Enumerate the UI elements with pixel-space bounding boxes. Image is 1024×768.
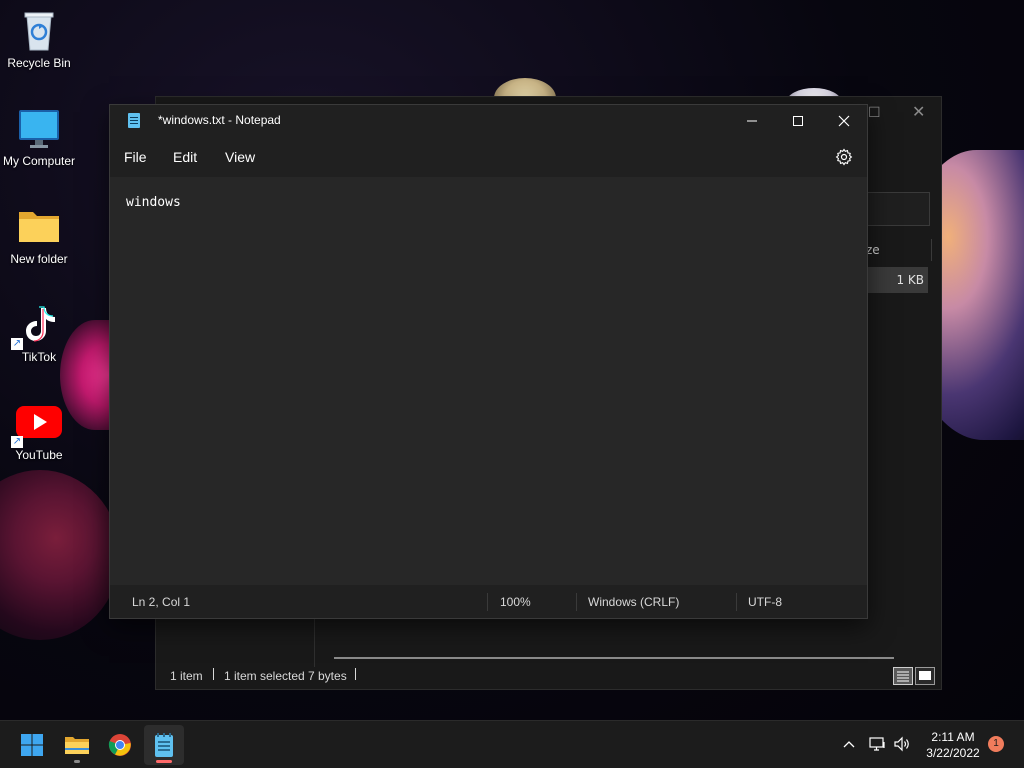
notification-badge[interactable]: 1	[988, 736, 1004, 752]
start-icon	[21, 734, 43, 756]
title-bar[interactable]: *windows.txt - Notepad	[110, 105, 867, 137]
desktop-icon-youtube[interactable]: ↗ YouTube	[0, 400, 78, 462]
document-text[interactable]: windows	[126, 195, 181, 210]
file-explorer-icon	[65, 737, 89, 754]
close-button[interactable]	[821, 105, 867, 137]
show-hidden-icons-chevron-up-icon[interactable]	[842, 737, 856, 768]
selected-size: 7 bytes	[308, 669, 347, 683]
close-icon	[838, 115, 850, 127]
minimize-button[interactable]	[729, 105, 775, 137]
desktop-icon-label: YouTube	[15, 448, 63, 462]
desktop-icon-new-folder[interactable]: New folder	[0, 204, 78, 266]
text-editor-area[interactable]: windows	[110, 177, 867, 584]
desktop-icon-recycle-bin[interactable]: Recycle Bin	[0, 8, 78, 70]
recycle-bin-icon	[17, 8, 61, 52]
settings-gear-icon[interactable]	[835, 148, 853, 166]
file-row-size[interactable]: 1 KB	[864, 267, 928, 293]
selected-count: 1 item selected	[224, 669, 305, 683]
maximize-icon	[793, 116, 803, 126]
desktop-icon-tiktok[interactable]: ↗ TikTok	[0, 302, 78, 364]
tiktok-icon: ↗	[11, 302, 61, 350]
status-separator	[487, 593, 488, 611]
shortcut-arrow-icon: ↗	[11, 338, 23, 350]
menu-bar: File Edit View	[110, 137, 867, 177]
menu-edit[interactable]: Edit	[173, 149, 197, 165]
window-title: *windows.txt - Notepad	[158, 113, 281, 127]
status-separator	[355, 668, 356, 680]
minimize-icon	[747, 120, 757, 122]
active-indicator	[156, 760, 172, 763]
explorer-status-bar: 1 item 1 item selected 7 bytes	[156, 663, 941, 689]
shortcut-arrow-icon: ↗	[11, 436, 23, 448]
status-separator	[213, 668, 214, 680]
folder-icon	[17, 204, 61, 248]
column-divider	[931, 239, 932, 261]
search-input[interactable]	[864, 192, 930, 226]
desktop-icon-label: New folder	[10, 252, 68, 266]
taskbar-notepad[interactable]	[144, 725, 184, 765]
network-icon[interactable]	[869, 736, 887, 768]
thumbnail-view-button[interactable]	[915, 667, 935, 685]
maximize-icon[interactable]: ☐	[868, 105, 881, 121]
start-button[interactable]	[12, 725, 52, 765]
menu-file[interactable]: File	[124, 149, 147, 165]
maximize-button[interactable]	[775, 105, 821, 137]
zoom-level: 100%	[500, 595, 531, 609]
desktop-icon-label: TikTok	[21, 350, 57, 364]
notepad-icon	[128, 113, 140, 128]
menu-view[interactable]: View	[225, 149, 255, 165]
line-ending: Windows (CRLF)	[588, 595, 680, 609]
notepad-icon	[155, 733, 173, 757]
wallpaper-shape	[0, 470, 120, 640]
status-separator	[736, 593, 737, 611]
encoding: UTF-8	[748, 595, 782, 609]
pane-divider	[314, 617, 315, 667]
desktop-icon-my-computer[interactable]: My Computer	[0, 106, 78, 168]
item-count: 1 item	[170, 669, 203, 683]
close-icon[interactable]: ✕	[912, 102, 925, 121]
taskbar: 2:11 AM 3/22/2022	[0, 720, 1024, 768]
monitor-icon	[17, 106, 61, 150]
chrome-icon	[108, 734, 131, 756]
taskbar-chrome[interactable]	[100, 725, 140, 765]
horizontal-scrollbar[interactable]	[334, 657, 894, 659]
youtube-icon: ↗	[11, 400, 62, 448]
clock-date: 3/22/2022	[926, 746, 980, 760]
column-header-size[interactable]: ze	[866, 243, 880, 257]
system-clock[interactable]: 2:11 AM 3/22/2022	[920, 729, 986, 761]
running-indicator	[74, 760, 80, 763]
desktop-icon-label: Recycle Bin	[7, 56, 71, 70]
desktop-icon-label: My Computer	[2, 154, 76, 168]
details-view-button[interactable]	[893, 667, 913, 685]
notepad-window[interactable]: *windows.txt - Notepad File Edit View wi…	[109, 104, 868, 619]
volume-icon[interactable]	[893, 736, 911, 768]
notepad-status-bar: Ln 2, Col 1 100% Windows (CRLF) UTF-8	[110, 585, 867, 618]
clock-time: 2:11 AM	[931, 730, 975, 744]
taskbar-file-explorer[interactable]	[57, 725, 97, 765]
cursor-position: Ln 2, Col 1	[132, 595, 191, 609]
status-separator	[576, 593, 577, 611]
